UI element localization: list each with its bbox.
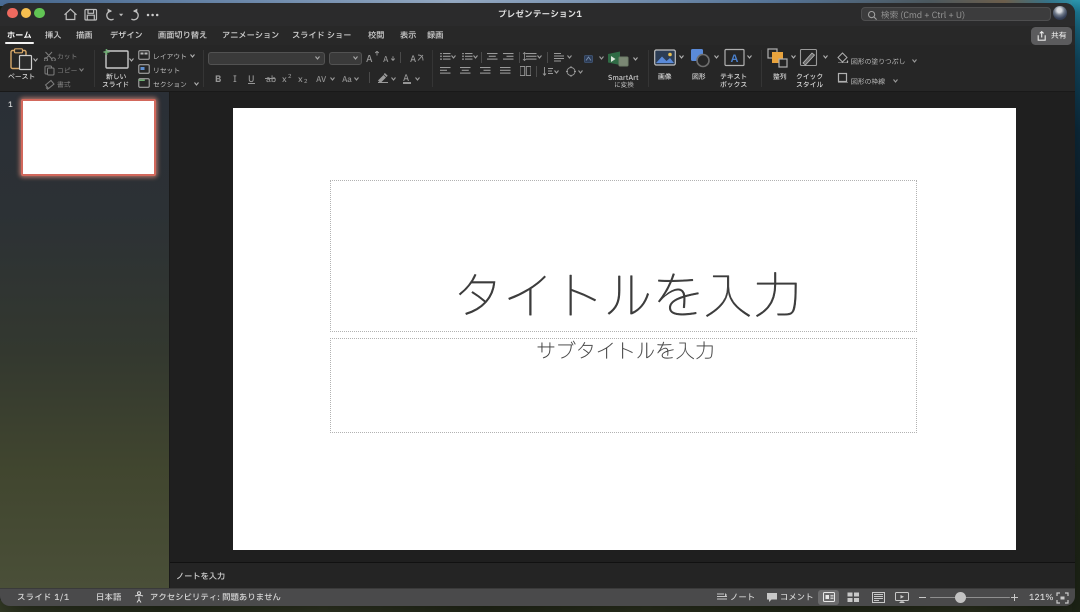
svg-text:A: A xyxy=(731,53,739,65)
